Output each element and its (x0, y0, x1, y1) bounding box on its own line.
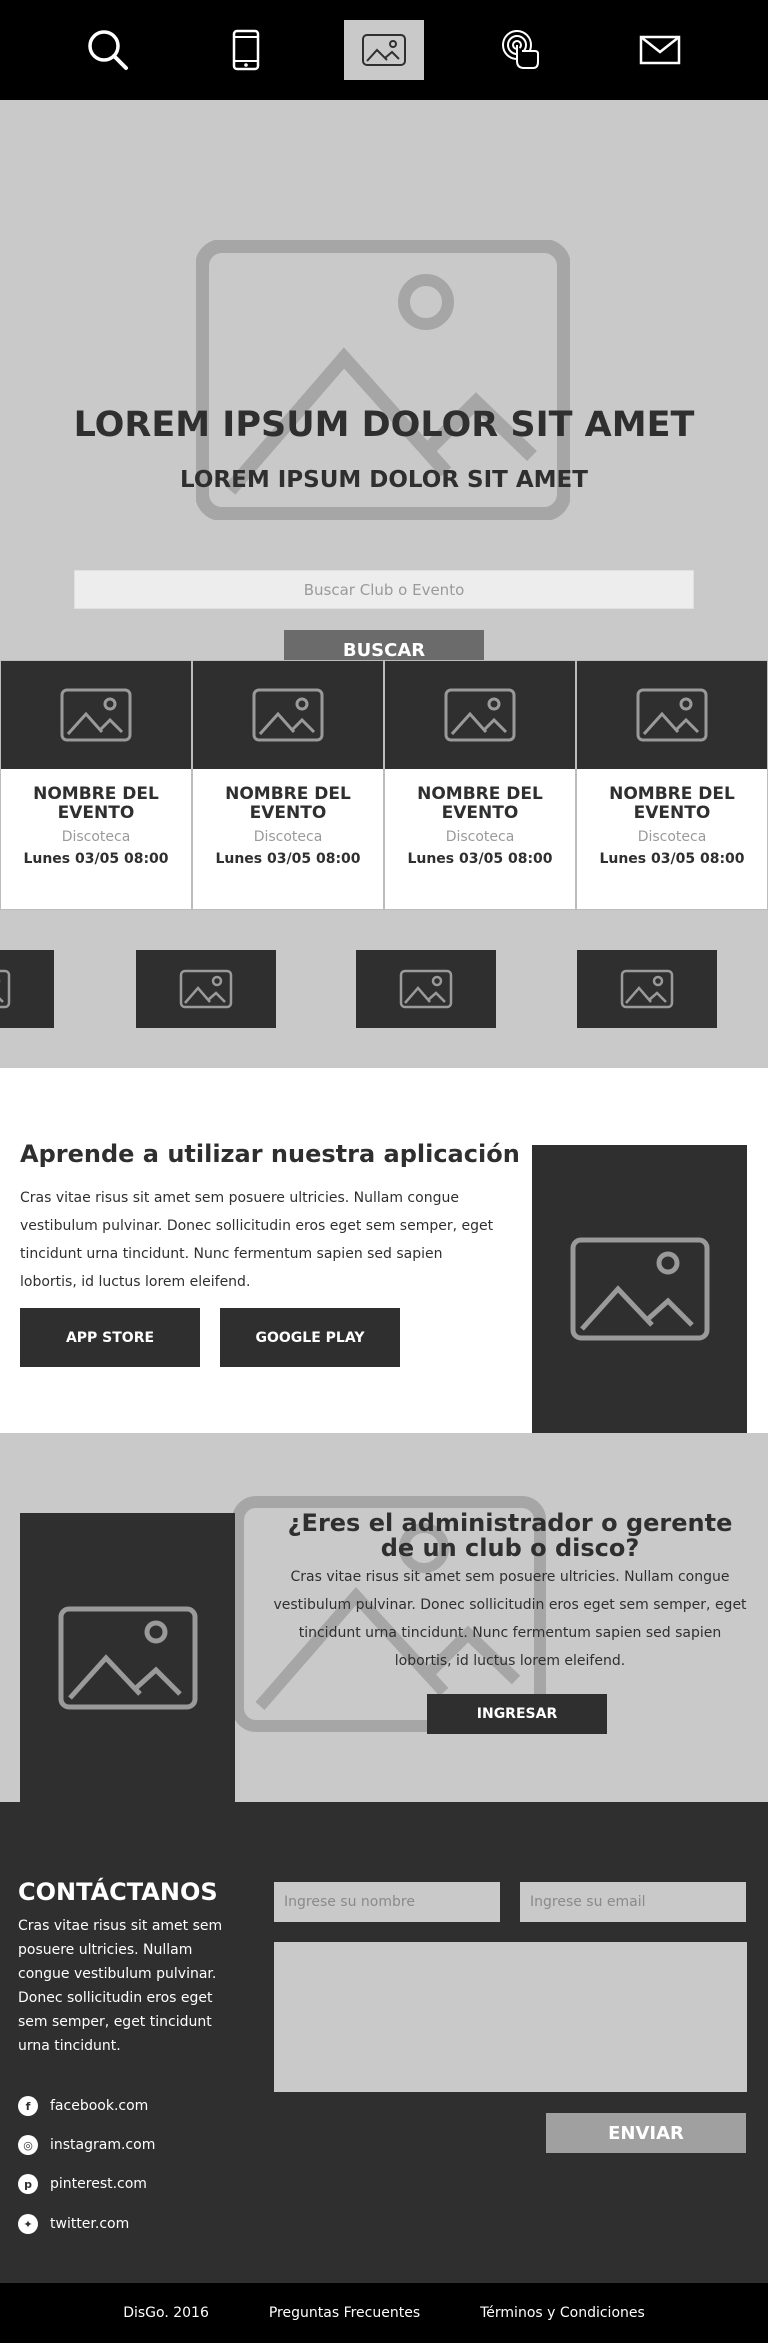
pinterest-icon: p (18, 2174, 38, 2194)
image-icon (60, 688, 132, 742)
image-icon (362, 34, 406, 66)
admin-section-text: Cras vitae risus sit amet sem posuere ul… (273, 1569, 747, 1669)
event-date: Lunes 03/05 08:00 (23, 851, 169, 867)
event-thumbnail (385, 661, 575, 769)
event-card[interactable]: NOMBRE DEL EVENTO Discoteca Lunes 03/05 … (576, 660, 768, 910)
nav-app[interactable] (206, 20, 286, 80)
event-type: Discoteca (637, 829, 707, 845)
mail-icon (639, 35, 681, 65)
send-button[interactable]: ENVIAR (546, 2113, 746, 2153)
image-icon (58, 1606, 197, 1709)
top-nav (0, 0, 768, 100)
search-button[interactable]: BUSCAR (284, 630, 484, 660)
footer-faq-link[interactable]: Preguntas Frecuentes (269, 2305, 420, 2321)
social-label: pinterest.com (50, 2176, 147, 2192)
contact-text: Cras vitae risus sit amet sem posuere ul… (18, 1918, 223, 2054)
image-icon (636, 688, 708, 742)
image-icon (570, 1237, 709, 1341)
search-input[interactable] (74, 570, 694, 609)
social-label: facebook.com (50, 2098, 149, 2114)
message-textarea[interactable] (274, 1942, 747, 2092)
event-card[interactable]: NOMBRE DEL EVENTO Discoteca Lunes 03/05 … (384, 660, 576, 910)
hero-subtitle: LOREM IPSUM DOLOR SIT AMET (180, 467, 588, 493)
google-play-button[interactable]: GOOGLE PLAY (220, 1308, 400, 1367)
app-preview-image (532, 1145, 747, 1433)
app-store-button[interactable]: APP STORE (20, 1308, 200, 1367)
image-icon (620, 969, 674, 1009)
event-type: Discoteca (61, 829, 131, 845)
image-carousel (0, 910, 768, 1068)
admin-section: ¿Eres el administrador o gerente de un c… (0, 1433, 768, 1802)
image-icon (0, 969, 11, 1009)
search-icon (88, 30, 128, 70)
social-label: twitter.com (50, 2216, 130, 2232)
image-icon (444, 688, 516, 742)
event-card[interactable]: NOMBRE DEL EVENTO Discoteca Lunes 03/05 … (192, 660, 384, 910)
social-link-facebook[interactable]: f facebook.com (18, 2096, 148, 2116)
app-section: Aprende a utilizar nuestra aplicación Cr… (0, 1068, 768, 1433)
social-link-pinterest[interactable]: p pinterest.com (18, 2174, 147, 2194)
touch-icon (502, 30, 539, 69)
carousel-item[interactable] (356, 950, 496, 1028)
image-icon (179, 969, 233, 1009)
image-icon (252, 688, 324, 742)
event-card[interactable]: NOMBRE DEL EVENTO Discoteca Lunes 03/05 … (0, 660, 192, 910)
event-date: Lunes 03/05 08:00 (407, 851, 553, 867)
name-input[interactable] (274, 1882, 500, 1922)
contact-section: CONTÁCTANOS Cras vitae risus sit amet se… (0, 1802, 768, 2283)
event-name: NOMBRE DEL EVENTO (225, 784, 351, 823)
nav-gallery[interactable] (344, 20, 424, 80)
hero-title: LOREM IPSUM DOLOR SIT AMET (73, 405, 695, 445)
app-section-title: Aprende a utilizar nuestra aplicación (20, 1140, 520, 1168)
social-link-twitter[interactable]: ✦ twitter.com (18, 2214, 129, 2234)
admin-section-title: ¿Eres el administrador o gerente de un c… (287, 1509, 733, 1562)
event-type: Discoteca (445, 829, 515, 845)
smartphone-icon (232, 29, 260, 71)
nav-contact[interactable] (620, 20, 700, 80)
login-button[interactable]: INGRESAR (427, 1694, 607, 1734)
event-name: NOMBRE DEL EVENTO (417, 784, 543, 823)
email-input[interactable] (520, 1882, 746, 1922)
event-type: Discoteca (253, 829, 323, 845)
nav-touch[interactable] (482, 20, 562, 80)
carousel-item[interactable] (136, 950, 276, 1028)
image-icon (399, 969, 453, 1009)
admin-image (20, 1513, 235, 1802)
social-label: instagram.com (50, 2137, 156, 2153)
events-row: NOMBRE DEL EVENTO Discoteca Lunes 03/05 … (0, 660, 768, 910)
event-thumbnail (1, 661, 191, 769)
social-link-instagram[interactable]: ◎ instagram.com (18, 2135, 155, 2155)
carousel-item[interactable] (0, 950, 54, 1028)
nav-search[interactable] (68, 20, 148, 80)
event-date: Lunes 03/05 08:00 (599, 851, 745, 867)
event-name: NOMBRE DEL EVENTO (33, 784, 159, 823)
twitter-icon: ✦ (18, 2214, 38, 2234)
contact-title: CONTÁCTANOS (18, 1878, 218, 1906)
instagram-icon: ◎ (18, 2135, 38, 2155)
app-section-text: Cras vitae risus sit amet sem posuere ul… (20, 1190, 494, 1290)
event-name: NOMBRE DEL EVENTO (609, 784, 735, 823)
hero-section: LOREM IPSUM DOLOR SIT AMET LOREM IPSUM D… (0, 100, 768, 660)
facebook-icon: f (18, 2096, 38, 2116)
event-date: Lunes 03/05 08:00 (215, 851, 361, 867)
event-thumbnail (577, 661, 767, 769)
footer-copyright: DisGo. 2016 (123, 2305, 209, 2321)
event-thumbnail (193, 661, 383, 769)
footer-terms-link[interactable]: Términos y Condiciones (480, 2305, 645, 2321)
carousel-item[interactable] (577, 950, 717, 1028)
footer: DisGo. 2016 Preguntas Frecuentes Término… (0, 2283, 768, 2343)
